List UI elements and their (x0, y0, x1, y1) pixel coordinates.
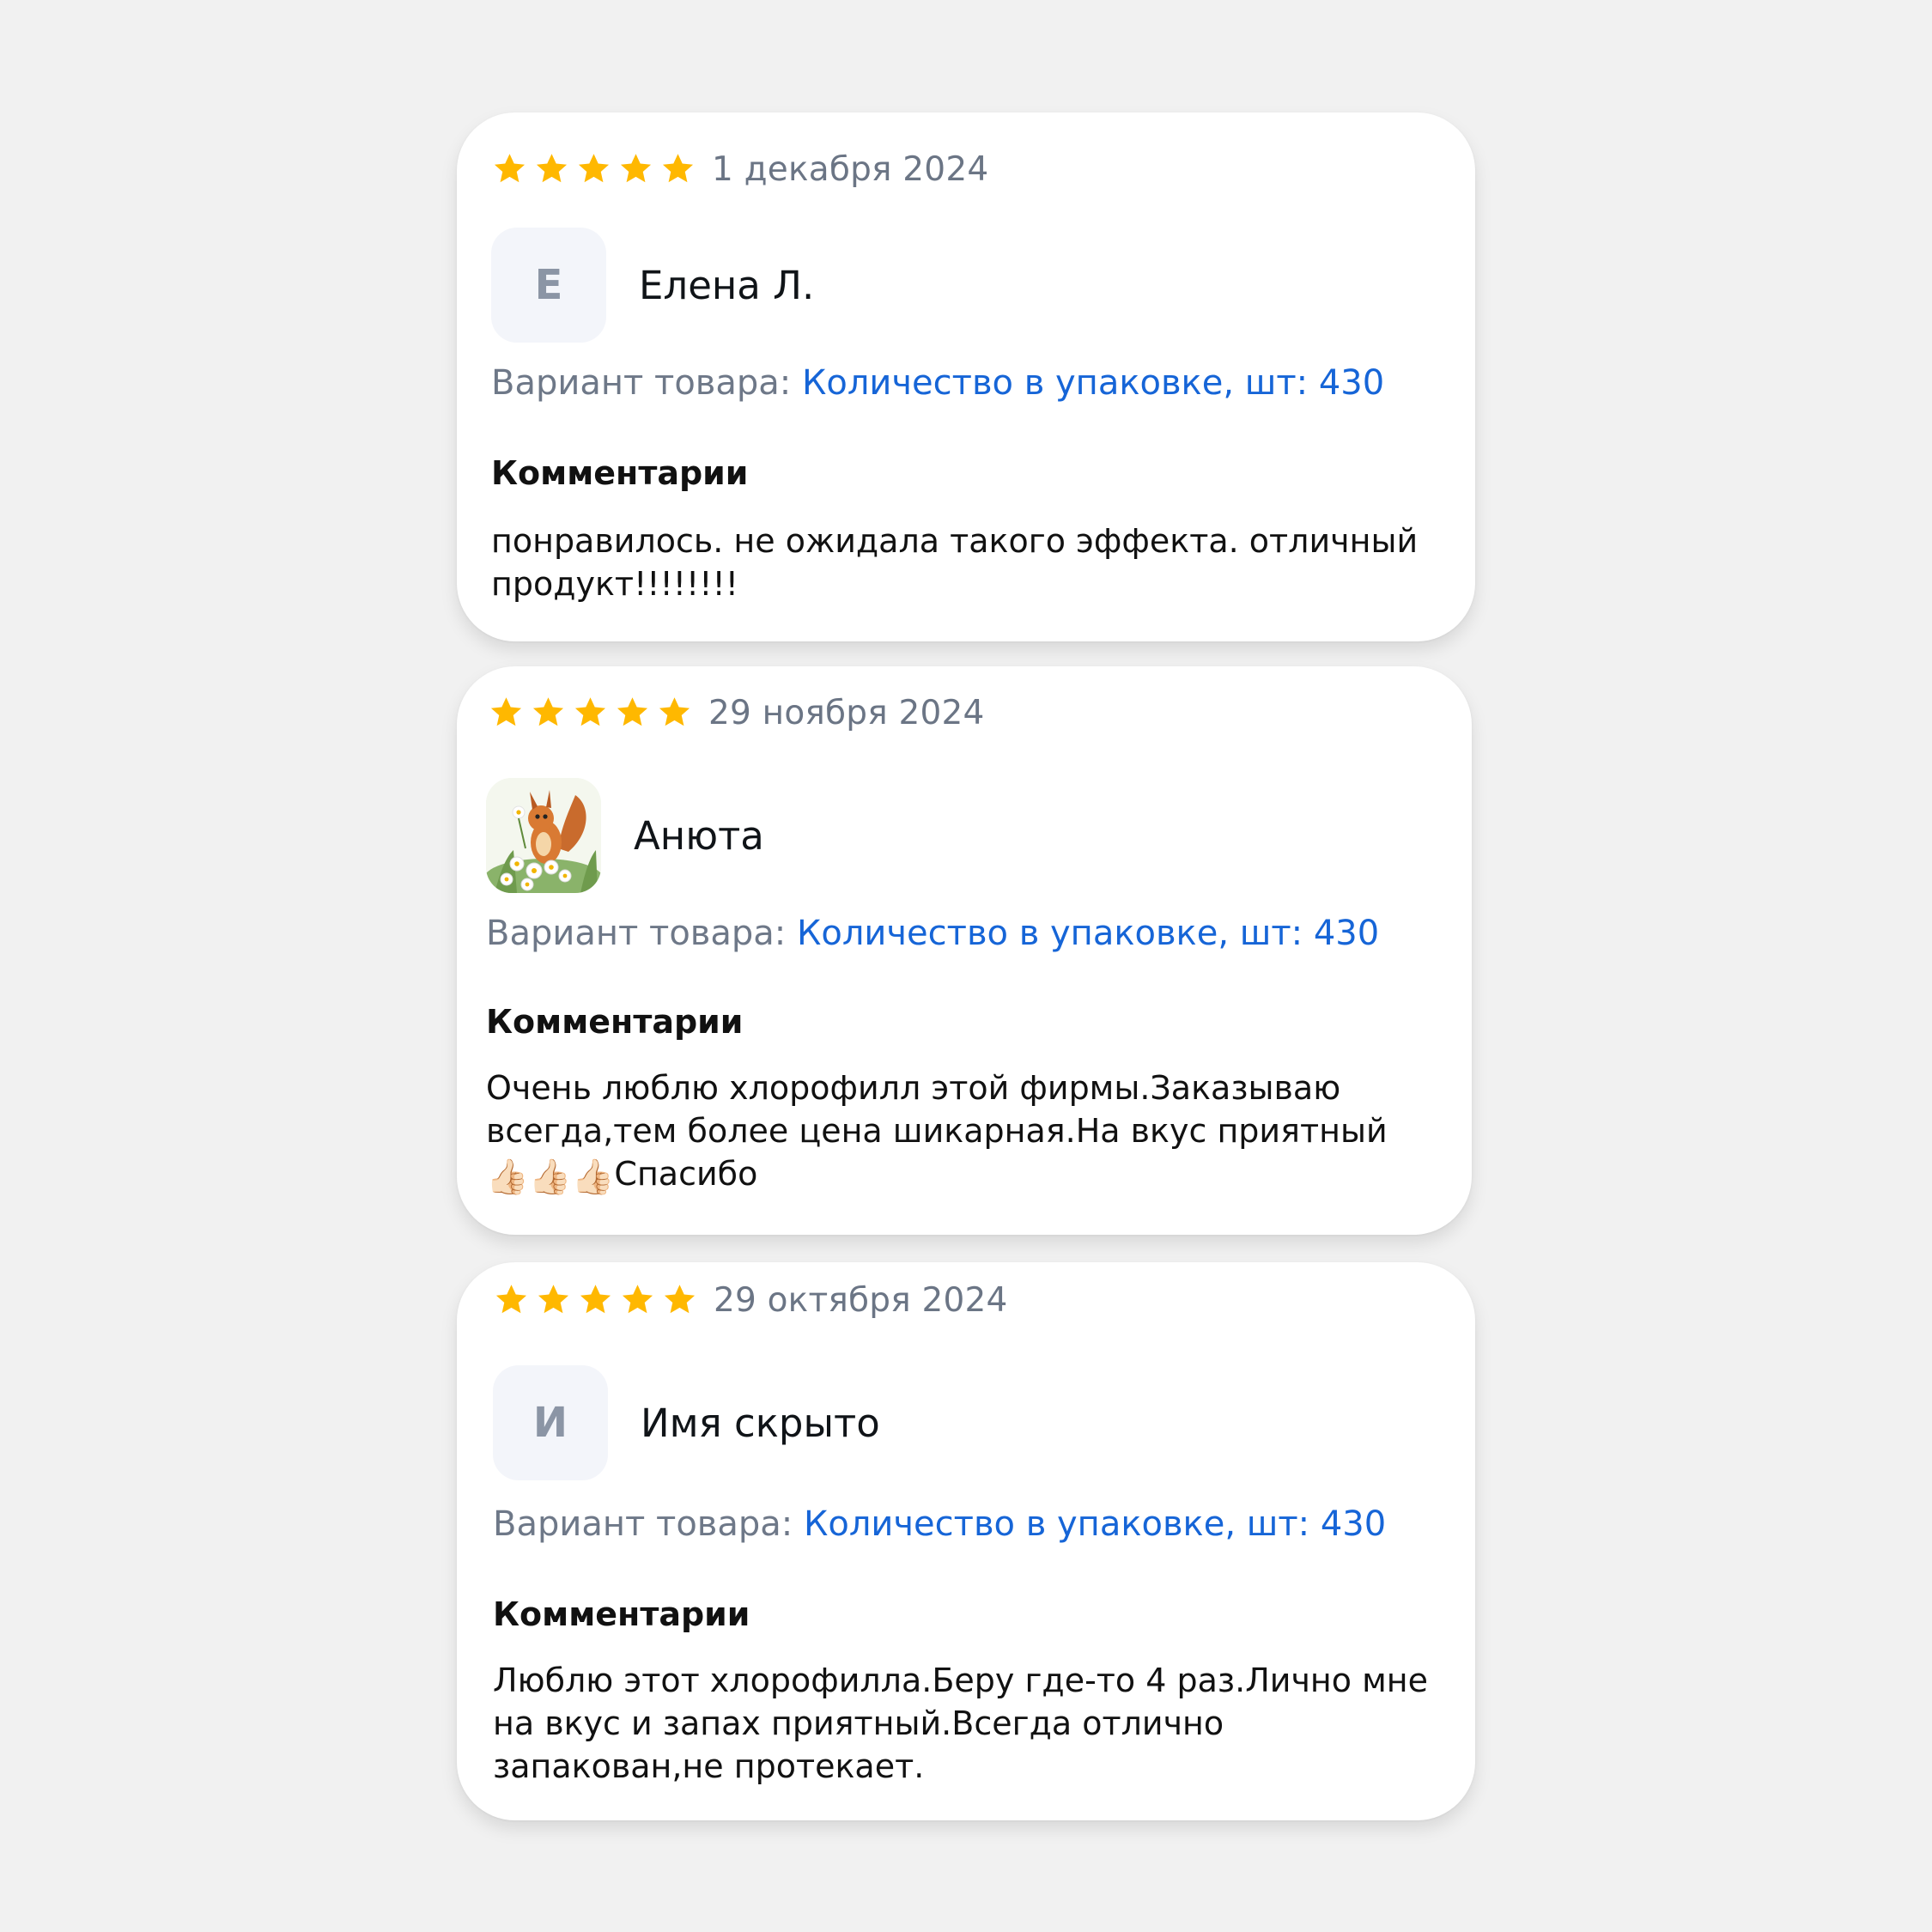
review-author: И Имя скрыто (493, 1365, 880, 1480)
comment-heading: Комментарии (493, 1595, 750, 1633)
review-header: 29 октября 2024 (493, 1274, 1008, 1326)
review-date: 29 ноября 2024 (708, 693, 985, 732)
author-name: Елена Л. (639, 262, 815, 308)
comment-text: Очень люблю хлорофилл этой фирмы.Заказыв… (486, 1066, 1422, 1199)
star-icon (490, 696, 522, 726)
star-icon (532, 696, 564, 726)
variant-label: Вариант товара: (493, 1504, 793, 1544)
variant-link[interactable]: Количество в упаковке, шт: 430 (804, 1504, 1386, 1544)
product-variant: Вариант товара: Количество в упаковке, ш… (491, 363, 1384, 403)
star-icon (664, 1284, 696, 1313)
product-variant: Вариант товара: Количество в упаковке, ш… (493, 1504, 1386, 1544)
star-icon (536, 153, 568, 182)
comment-text: Люблю этот хлорофилла.Беру где-то 4 раз.… (493, 1662, 1428, 1785)
comment-text: понравилось. не ожидала такого эффекта. … (491, 522, 1419, 603)
rating-stars (488, 695, 693, 732)
variant-link[interactable]: Количество в упаковке, шт: 430 (797, 914, 1379, 953)
star-icon (578, 153, 610, 182)
variant-label: Вариант товара: (486, 914, 787, 953)
product-variant: Вариант товара: Количество в упаковке, ш… (486, 914, 1379, 953)
variant-label: Вариант товара: (491, 363, 792, 403)
review-card: 1 декабря 2024 Е Елена Л. Вариант товара… (457, 112, 1475, 641)
thumbs-up-icon: 👍🏻👍🏻👍🏻 (486, 1157, 615, 1197)
avatar: Е (491, 228, 606, 343)
comment-heading: Комментарии (491, 454, 749, 492)
star-icon (538, 1284, 569, 1313)
author-name: Имя скрыто (641, 1400, 880, 1446)
variant-link[interactable]: Количество в упаковке, шт: 430 (802, 363, 1384, 403)
author-name: Анюта (634, 812, 764, 859)
review-author: Анюта (486, 778, 764, 893)
star-icon (620, 153, 652, 182)
review-card: 29 октября 2024 И Имя скрыто Вариант тов… (457, 1262, 1475, 1820)
star-icon (580, 1284, 611, 1313)
star-icon (574, 696, 606, 726)
star-icon (659, 696, 690, 726)
review-header: 1 декабря 2024 (491, 143, 988, 195)
star-icon (617, 696, 648, 726)
comment-text-part: Спасибо (614, 1155, 758, 1193)
review-header: 29 ноября 2024 (488, 687, 985, 738)
rating-stars (491, 151, 696, 188)
comment-text-part: Очень люблю хлорофилл этой фирмы.Заказыв… (486, 1069, 1388, 1150)
review-date: 29 октября 2024 (714, 1280, 1008, 1320)
star-icon (494, 153, 526, 182)
star-icon (662, 153, 694, 182)
star-icon (622, 1284, 653, 1313)
star-icon (495, 1284, 527, 1313)
review-card: 29 ноября 2024 Анюта Вариант товара: Кол… (457, 666, 1472, 1235)
review-author: Е Елена Л. (491, 228, 814, 343)
review-date: 1 декабря 2024 (712, 149, 989, 189)
squirrel-avatar-icon (486, 778, 601, 893)
comment-heading: Комментарии (486, 1003, 744, 1041)
rating-stars (493, 1282, 698, 1319)
avatar: И (493, 1365, 608, 1480)
